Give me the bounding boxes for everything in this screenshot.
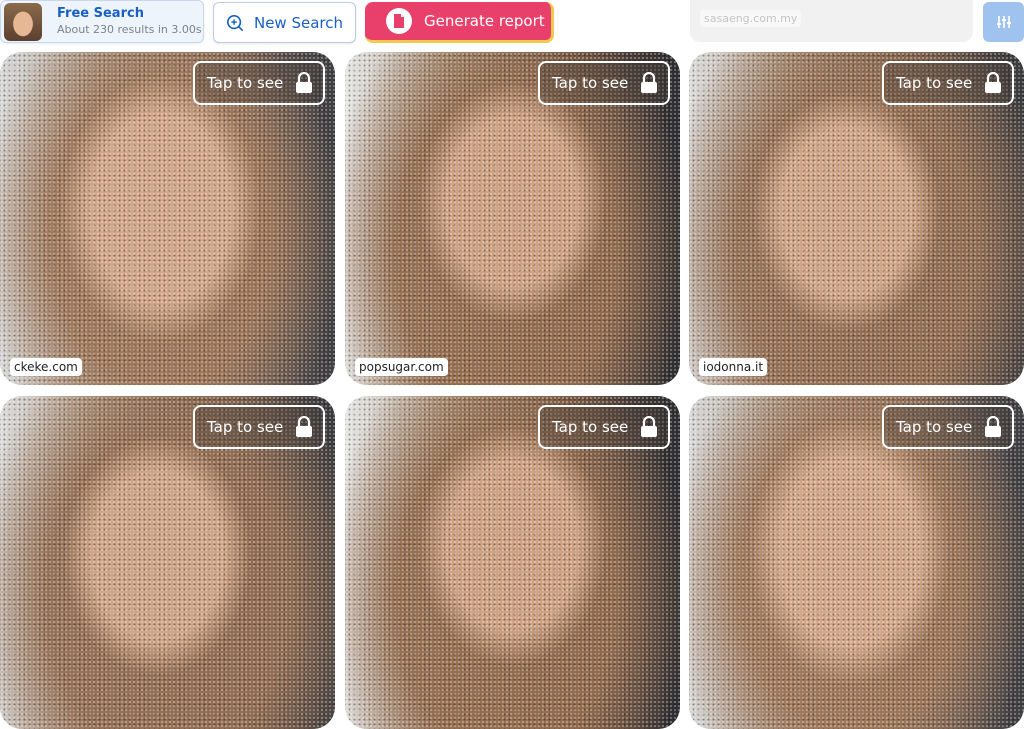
result-card[interactable]: Tap to see — [0, 396, 335, 729]
source-label: sasaeng.com.my — [700, 10, 802, 27]
tap-label: Tap to see — [207, 74, 284, 92]
source-label: iodonna.it — [699, 358, 768, 376]
tap-to-see-button[interactable]: Tap to see — [193, 405, 325, 449]
lock-icon — [641, 72, 658, 93]
result-card[interactable]: Tap to see popsugar.com — [345, 52, 680, 385]
tap-to-see-button[interactable]: Tap to see — [538, 61, 670, 105]
free-search-title: Free Search — [57, 6, 144, 21]
results-count: About 230 results in 3.00s — [57, 23, 202, 36]
sliders-icon — [996, 16, 1011, 28]
tap-label: Tap to see — [896, 74, 973, 92]
new-search-label: New Search — [253, 13, 344, 32]
result-card[interactable]: Tap to see iodonna.it — [689, 52, 1024, 385]
document-icon — [386, 8, 412, 34]
result-card[interactable]: Tap to see ckeke.com — [0, 52, 335, 385]
lock-icon — [641, 416, 658, 437]
tap-to-see-button[interactable]: Tap to see — [538, 405, 670, 449]
tap-to-see-button[interactable]: Tap to see — [193, 61, 325, 105]
source-label: popsugar.com — [355, 358, 448, 376]
tap-to-see-button[interactable]: Tap to see — [882, 405, 1014, 449]
result-card-partial[interactable]: sasaeng.com.my — [690, 0, 973, 42]
search-plus-icon — [226, 14, 243, 31]
new-search-button[interactable]: New Search — [213, 2, 356, 43]
free-search-panel: Free Search About 230 results in 3.00s — [0, 0, 204, 43]
source-label: ckeke.com — [10, 358, 82, 376]
lock-icon — [296, 72, 313, 93]
lock-icon — [985, 416, 1002, 437]
result-card[interactable]: Tap to see — [689, 396, 1024, 729]
lock-icon — [985, 72, 1002, 93]
generate-report-button[interactable]: Generate report — [365, 2, 554, 43]
tap-label: Tap to see — [552, 418, 629, 436]
query-thumbnail — [4, 2, 42, 41]
filter-button[interactable] — [983, 2, 1024, 42]
lock-icon — [296, 416, 313, 437]
tap-label: Tap to see — [896, 418, 973, 436]
tap-to-see-button[interactable]: Tap to see — [882, 61, 1014, 105]
tap-label: Tap to see — [552, 74, 629, 92]
result-card[interactable]: Tap to see — [345, 396, 680, 729]
generate-report-label: Generate report — [424, 12, 545, 30]
tap-label: Tap to see — [207, 418, 284, 436]
